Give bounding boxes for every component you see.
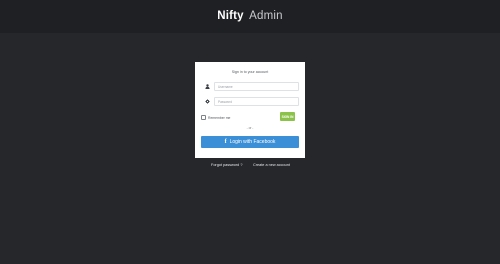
lock-icon xyxy=(201,97,213,106)
sign-in-button[interactable]: SIGN IN xyxy=(280,112,295,121)
forgot-password-link[interactable]: Forgot password ? xyxy=(211,163,242,167)
facebook-label: Login with Facebook xyxy=(229,139,276,145)
password-field xyxy=(201,97,299,106)
remember-label: Remember me xyxy=(208,116,231,120)
brand-name-light: Admin xyxy=(249,10,283,22)
username-field xyxy=(201,82,299,91)
remember-checkbox[interactable] xyxy=(201,115,206,120)
facebook-login-button[interactable]: f Login with Facebook xyxy=(201,136,299,148)
top-bar: Nifty Admin xyxy=(0,0,500,33)
password-input[interactable] xyxy=(214,97,299,106)
or-divider: - or - xyxy=(246,126,254,130)
user-icon xyxy=(201,82,213,91)
create-account-link[interactable]: Create a new account xyxy=(253,163,290,167)
brand-name-bold: Nifty xyxy=(217,10,244,22)
username-input[interactable] xyxy=(214,82,299,91)
login-title: Sign in to your account xyxy=(231,70,269,74)
brand-logo[interactable]: Nifty Admin xyxy=(217,10,283,22)
facebook-icon: f xyxy=(224,139,227,145)
login-card: Sign in to your account Remember me SIGN… xyxy=(195,62,305,158)
